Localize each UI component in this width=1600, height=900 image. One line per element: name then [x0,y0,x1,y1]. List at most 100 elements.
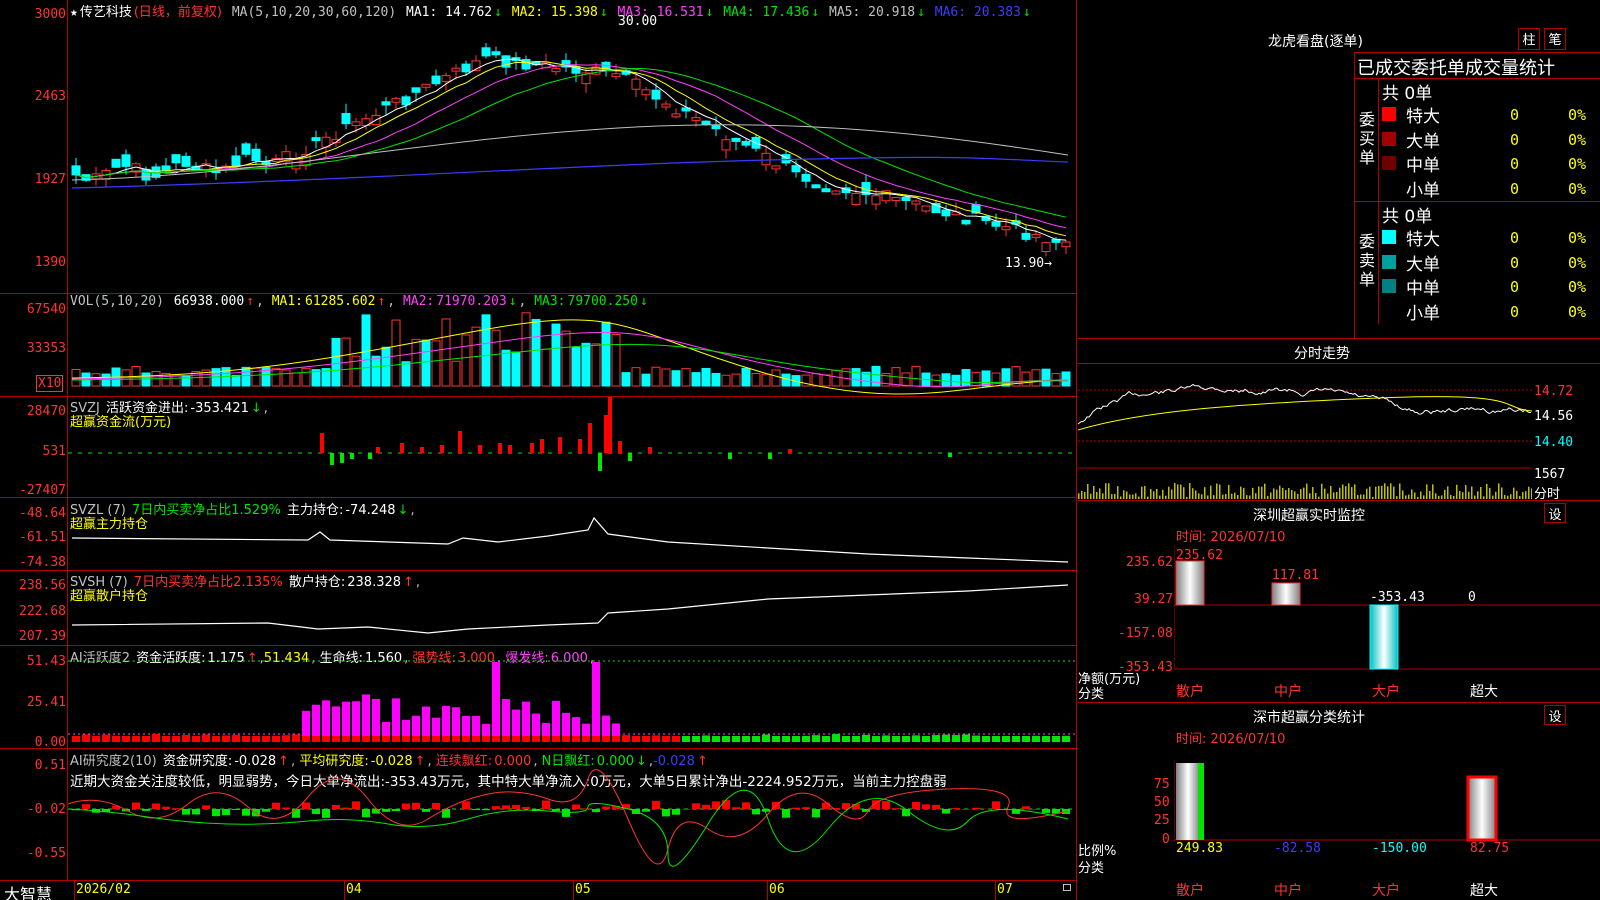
lhb-tick-button[interactable]: 笔 [1544,28,1566,50]
intraday-vol-bar [1351,487,1353,499]
intraday-vol-bar [1390,483,1392,499]
intraday-vol-bar [1138,496,1140,499]
candle-body [351,121,361,127]
ai2-bar [302,802,310,809]
intraday-vol-bar [1252,487,1254,499]
svzj-bar [498,443,502,453]
intraday-vol-bar [1168,486,1170,499]
ai2-axis-mid: -0.02 [26,802,66,817]
intraday-chart[interactable] [1078,364,1532,501]
ai1-base-bar [412,736,420,742]
ai1-base-bar [112,736,120,742]
intraday-vol-bar [1165,495,1167,499]
volume-bar [911,365,921,387]
svsh-axis-mid: 222.68 [19,604,66,619]
ai2-bar [412,802,420,809]
ai2-bar [672,809,680,815]
ai1-base-bar [272,736,280,742]
svzj-chart[interactable] [68,397,1076,497]
vol-axis-mid: 33353 [26,341,66,356]
ai2-bar [192,809,200,815]
ai2-bar [792,807,800,809]
ai1-base-bar [882,736,890,742]
ai1-bar [552,700,560,742]
ai2-bar [352,801,360,809]
ai2-bar [582,808,590,809]
ai1-base-bar [532,736,540,742]
ai1-base-bar [892,736,900,742]
buy-rows-count-0: 0 [1510,106,1520,124]
ai1-chart[interactable] [68,646,1076,748]
intraday-vol-bar [1384,483,1386,499]
buy-rows-pct-0: 0% [1568,106,1587,124]
ma5-line [71,124,1069,181]
intraday-vol-bar [1513,487,1515,499]
intraday-vol-bar [1078,493,1080,499]
intraday-vol-bar [1501,487,1503,499]
ai2-bar [932,804,940,809]
price-axis-3000: 3000 [34,7,66,22]
volume-bar [981,370,991,387]
vol-unit-badge[interactable]: X10 [36,375,64,392]
svzj-bar [330,453,334,465]
candle-body [1061,241,1071,248]
lhb-bar-button[interactable]: 柱 [1518,28,1540,50]
class-settings-button[interactable]: 设 [1544,705,1566,725]
intraday-vol-bar [1102,493,1104,499]
monitor-bar-chart[interactable]: 235.62 117.81 -353.43 0 [1174,545,1600,685]
ai1-base-bar [382,736,390,742]
intraday-vol-bar [1282,487,1284,499]
ai2-bar [1042,809,1050,813]
intraday-vol-bar [1222,494,1224,499]
ai2-bar [522,806,530,809]
ai1-base-bar [762,736,770,742]
intraday-vol-bar [1201,494,1203,499]
ai2-bar [552,809,560,812]
ai2-bar [542,800,550,809]
ai2-bar [282,807,290,809]
intraday-vol-bar [1180,484,1182,499]
volume-bar [301,367,311,387]
candle-body [311,137,321,142]
svsh-chart[interactable] [68,571,1076,645]
ma-line [75,60,1067,237]
intraday-vol-bar [1420,491,1422,499]
ai1-base-bar [822,736,830,742]
buy-total: 共 0单 [1382,84,1433,104]
lock-icon[interactable] [1063,884,1071,891]
volume-chart[interactable] [68,294,1076,396]
svzj-bar [608,397,612,453]
price-candlestick-chart[interactable] [68,0,1076,292]
ai2-bar [752,809,760,815]
monitor-settings-button[interactable]: 设 [1544,503,1566,523]
volume-bar [331,337,341,387]
monitor-bar-label: 0 [1468,590,1476,605]
price-axis-1390: 1390 [34,255,66,270]
volume-bar [961,369,971,387]
ai1-base-bar [742,736,750,742]
class-value-1: -82.58 [1274,841,1321,856]
volume-bar [851,368,861,387]
candle-body [711,125,721,130]
buy-rows-name-3: 小单 [1406,180,1440,201]
sell-rows-name-1: 大单 [1406,254,1440,275]
intraday-vol-bar [1531,488,1532,499]
sell-rows-swatch-2 [1382,279,1396,293]
class-cats-2: 大户 [1372,883,1400,899]
candle-body [121,154,131,167]
brand-label[interactable]: 大智慧 [4,881,52,900]
svzl-chart[interactable] [68,498,1076,570]
intraday-axis-top: 14.72 [1534,384,1574,399]
svzj-bar [948,453,952,457]
buy-rows-swatch-0 [1382,107,1396,121]
candle-body [491,51,501,56]
ai2-chart[interactable] [68,749,1076,880]
intraday-vol-bar [1456,484,1458,499]
intraday-vol-bar [1141,486,1143,499]
class-bar-chart[interactable] [1174,761,1600,843]
ai1-base-bar [672,736,680,742]
monitor-panel: 深圳超赢实时监控 设 时间: 2026/07/10 235.62 39.27 -… [1078,500,1600,702]
svzj-bar [598,453,602,471]
ai1-base-bar [1062,736,1070,742]
candle-body [811,184,821,189]
